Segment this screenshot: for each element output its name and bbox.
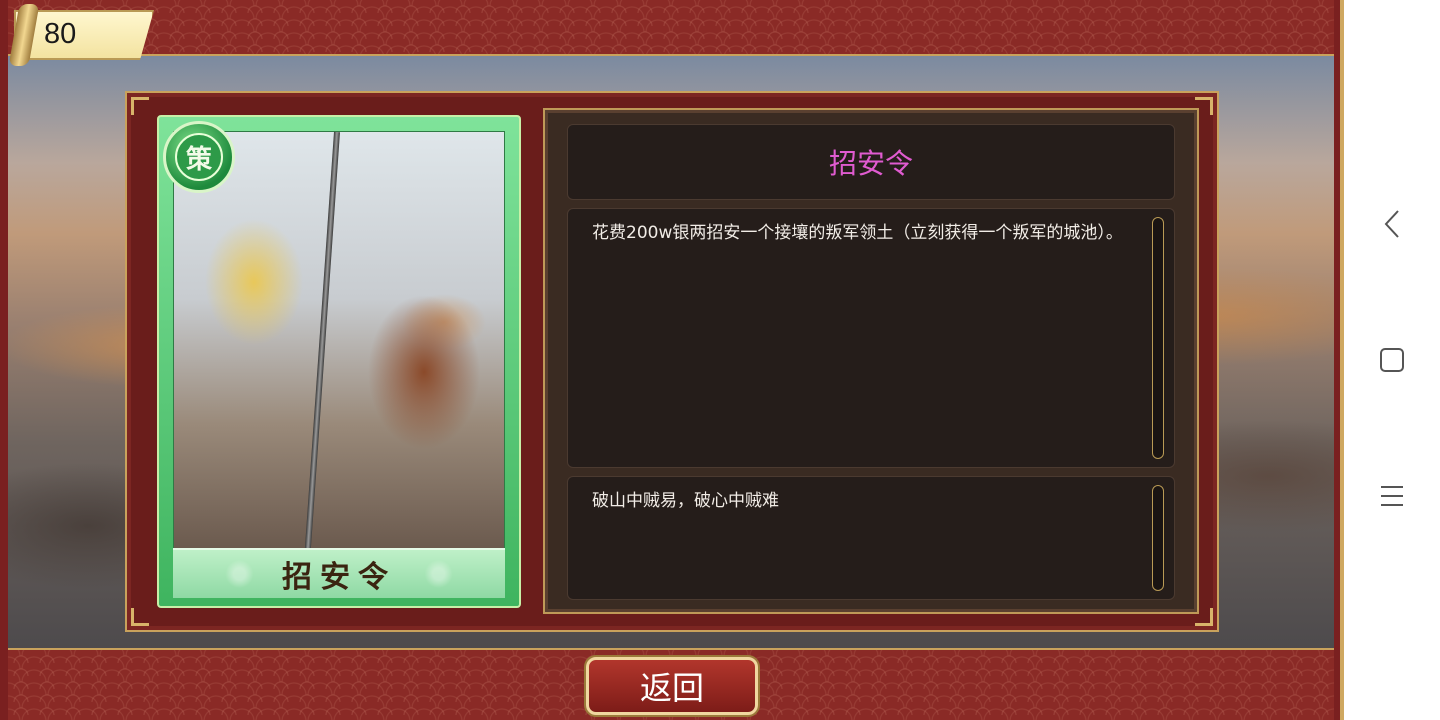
system-navigation-bar <box>1344 0 1440 720</box>
item-card: 策 招安令 <box>157 115 521 608</box>
flavor-text-box[interactable]: 破山中贼易，破心中贼难 <box>567 476 1175 600</box>
description-scrollbar[interactable] <box>1152 217 1164 459</box>
back-button[interactable]: 返回 <box>586 657 758 715</box>
back-button-label: 返回 <box>639 669 704 707</box>
card-type-emblem-icon: 策 <box>163 121 235 193</box>
flavor-scrollbar[interactable] <box>1152 485 1164 591</box>
description-box[interactable]: 花费200w银两招安一个接壤的叛军领土（立刻获得一个叛军的城池）。 <box>567 208 1175 468</box>
card-name-plate: 招安令 <box>173 548 505 598</box>
title-box: 招安令 <box>567 124 1175 200</box>
menu-lines-icon[interactable] <box>1372 476 1412 516</box>
corner-ornament-icon <box>131 97 149 115</box>
flavor-text: 破山中贼易，破心中贼难 <box>592 491 779 511</box>
card-artwork <box>173 131 505 552</box>
card-name: 招安令 <box>282 560 396 595</box>
item-detail-panel: 策 招安令 招安令 花费200w银两招安一个接壤的叛军领土（立刻获得一个叛军的城… <box>125 91 1219 632</box>
level-value: 80 <box>44 18 77 50</box>
spear-illustration <box>304 131 340 552</box>
item-title: 招安令 <box>828 147 913 180</box>
emblem-glyph: 策 <box>175 133 223 181</box>
item-info-frame: 招安令 花费200w银两招安一个接壤的叛军领土（立刻获得一个叛军的城池）。 破山… <box>543 108 1199 614</box>
back-triangle-icon[interactable] <box>1372 204 1412 244</box>
home-square-icon[interactable] <box>1372 340 1412 380</box>
game-screen: 80 策 招安令 招安令 花费200w银两招安一个接壤的叛军领土（立刻获得一个叛… <box>0 0 1344 720</box>
corner-ornament-icon <box>131 608 149 626</box>
item-description: 花费200w银两招安一个接壤的叛军领土（立刻获得一个叛军的城池）。 <box>592 223 1123 243</box>
top-banner <box>8 0 1334 56</box>
